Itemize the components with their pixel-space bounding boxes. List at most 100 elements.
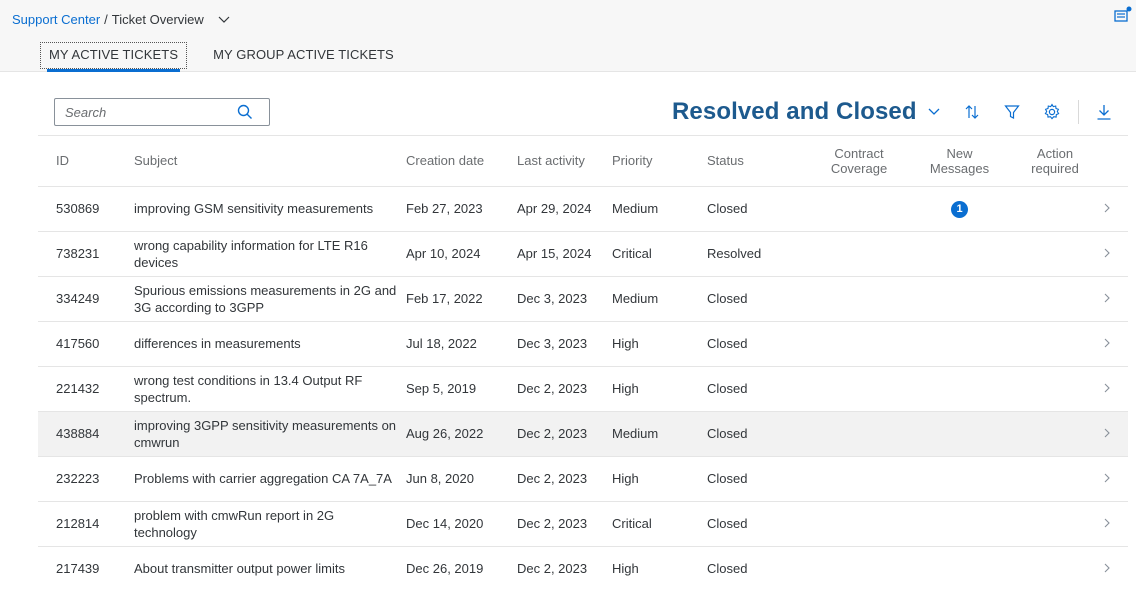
notes-icon[interactable]: [1114, 6, 1132, 24]
cell-nav: [1102, 411, 1128, 457]
download-icon[interactable]: [1094, 102, 1114, 122]
chevron-right-icon[interactable]: [1102, 293, 1112, 303]
cell-status: Closed: [707, 321, 807, 367]
cell-nav: [1102, 366, 1128, 412]
cell-last-activity: Dec 2, 2023: [517, 411, 612, 457]
cell-nav: [1102, 321, 1128, 367]
cell-new-messages: [911, 456, 1008, 502]
cell-creation-date: Jul 18, 2022: [406, 321, 517, 367]
table-row[interactable]: 334249 Spurious emissions measurements i…: [38, 276, 1128, 322]
variant-title[interactable]: Resolved and Closed: [672, 98, 917, 126]
cell-nav: [1102, 501, 1128, 547]
search-field: [54, 98, 270, 126]
chevron-down-icon[interactable]: [218, 16, 230, 24]
cell-subject: wrong test conditions in 13.4 Output RF …: [134, 366, 406, 412]
cell-new-messages: [911, 231, 1008, 277]
chevron-right-icon[interactable]: [1102, 563, 1112, 573]
table-row[interactable]: 738231 wrong capability information for …: [38, 231, 1128, 277]
cell-contract-coverage: [807, 366, 911, 412]
breadcrumb-support-center-link[interactable]: Support Center: [12, 12, 100, 27]
tab-my-active-tickets[interactable]: MY ACTIVE TICKETS: [40, 42, 188, 72]
chevron-right-icon[interactable]: [1102, 428, 1112, 438]
cell-new-messages: [911, 501, 1008, 547]
chevron-right-icon[interactable]: [1102, 338, 1112, 348]
cell-nav: [1102, 456, 1128, 502]
table-row[interactable]: 212814 problem with cmwRun report in 2G …: [38, 501, 1128, 547]
tickets-panel: Resolved and Closed ID: [38, 88, 1128, 590]
table-row[interactable]: 438884 improving 3GPP sensitivity measur…: [38, 411, 1128, 457]
sort-icon[interactable]: [962, 102, 982, 122]
cell-id: 212814: [38, 501, 134, 547]
chevron-right-icon[interactable]: [1102, 203, 1112, 213]
cell-nav: [1102, 546, 1128, 590]
cell-new-messages: [911, 411, 1008, 457]
cell-contract-coverage: [807, 501, 911, 547]
search-icon[interactable]: [237, 104, 253, 120]
cell-subject: improving 3GPP sensitivity measurements …: [134, 411, 406, 457]
cell-subject: wrong capability information for LTE R16…: [134, 231, 406, 277]
cell-nav: [1102, 276, 1128, 322]
column-header-id[interactable]: ID: [38, 136, 134, 187]
cell-last-activity: Dec 2, 2023: [517, 546, 612, 590]
cell-status: Closed: [707, 546, 807, 590]
cell-last-activity: Dec 3, 2023: [517, 321, 612, 367]
cell-nav: [1102, 186, 1128, 232]
cell-creation-date: Apr 10, 2024: [406, 231, 517, 277]
column-header-status[interactable]: Status: [707, 136, 807, 187]
chevron-right-icon[interactable]: [1102, 383, 1112, 393]
column-header-contract-coverage-line2: Coverage: [830, 160, 888, 176]
column-header-contract-coverage[interactable]: Contract Coverage: [807, 136, 911, 187]
cell-action-required: [1008, 186, 1102, 232]
cell-last-activity: Apr 29, 2024: [517, 186, 612, 232]
table-toolbar: Resolved and Closed: [38, 88, 1128, 136]
table-row[interactable]: 530869 improving GSM sensitivity measure…: [38, 186, 1128, 232]
cell-priority: Critical: [612, 231, 707, 277]
column-header-last-activity[interactable]: Last activity: [517, 136, 612, 187]
cell-new-messages: [911, 276, 1008, 322]
cell-new-messages: 1: [911, 186, 1008, 232]
column-header-subject[interactable]: Subject: [134, 136, 406, 187]
new-messages-badge: 1: [951, 201, 968, 218]
cell-priority: Medium: [612, 276, 707, 322]
cell-action-required: [1008, 546, 1102, 590]
cell-contract-coverage: [807, 186, 911, 232]
cell-id: 232223: [38, 456, 134, 502]
cell-subject: Spurious emissions measurements in 2G an…: [134, 276, 406, 322]
cell-creation-date: Aug 26, 2022: [406, 411, 517, 457]
filter-icon[interactable]: [1002, 102, 1022, 122]
column-header-action-required[interactable]: Action required: [1008, 136, 1102, 187]
variant-chevron-down-icon[interactable]: [924, 102, 944, 122]
search-input[interactable]: [55, 104, 235, 120]
cell-last-activity: Dec 2, 2023: [517, 501, 612, 547]
column-header-priority[interactable]: Priority: [612, 136, 707, 187]
cell-id: 334249: [38, 276, 134, 322]
table-row[interactable]: 221432 wrong test conditions in 13.4 Out…: [38, 366, 1128, 412]
tab-my-group-active-tickets[interactable]: MY GROUP ACTIVE TICKETS: [205, 43, 402, 68]
column-header-action-required-line2: required: [1031, 160, 1079, 176]
table-row[interactable]: 232223 Problems with carrier aggregation…: [38, 456, 1128, 502]
cell-contract-coverage: [807, 456, 911, 502]
cell-id: 738231: [38, 231, 134, 277]
column-header-creation-date[interactable]: Creation date: [406, 136, 517, 187]
chevron-right-icon[interactable]: [1102, 473, 1112, 483]
cell-action-required: [1008, 411, 1102, 457]
cell-action-required: [1008, 231, 1102, 277]
cell-priority: High: [612, 366, 707, 412]
cell-new-messages: [911, 321, 1008, 367]
cell-subject: About transmitter output power limits: [134, 546, 406, 590]
table-row[interactable]: 217439 About transmitter output power li…: [38, 546, 1128, 590]
cell-subject: improving GSM sensitivity measurements: [134, 186, 406, 232]
cell-contract-coverage: [807, 231, 911, 277]
column-header-new-messages[interactable]: New Messages: [911, 136, 1008, 187]
gear-icon[interactable]: [1042, 102, 1062, 122]
cell-priority: High: [612, 546, 707, 590]
chevron-right-icon[interactable]: [1102, 518, 1112, 528]
chevron-right-icon[interactable]: [1102, 248, 1112, 258]
cell-status: Resolved: [707, 231, 807, 277]
cell-subject: Problems with carrier aggregation CA 7A_…: [134, 456, 406, 502]
table-row[interactable]: 417560 differences in measurements Jul 1…: [38, 321, 1128, 367]
cell-creation-date: Jun 8, 2020: [406, 456, 517, 502]
cell-creation-date: Dec 26, 2019: [406, 546, 517, 590]
cell-status: Closed: [707, 186, 807, 232]
breadcrumb-separator: /: [104, 12, 108, 27]
